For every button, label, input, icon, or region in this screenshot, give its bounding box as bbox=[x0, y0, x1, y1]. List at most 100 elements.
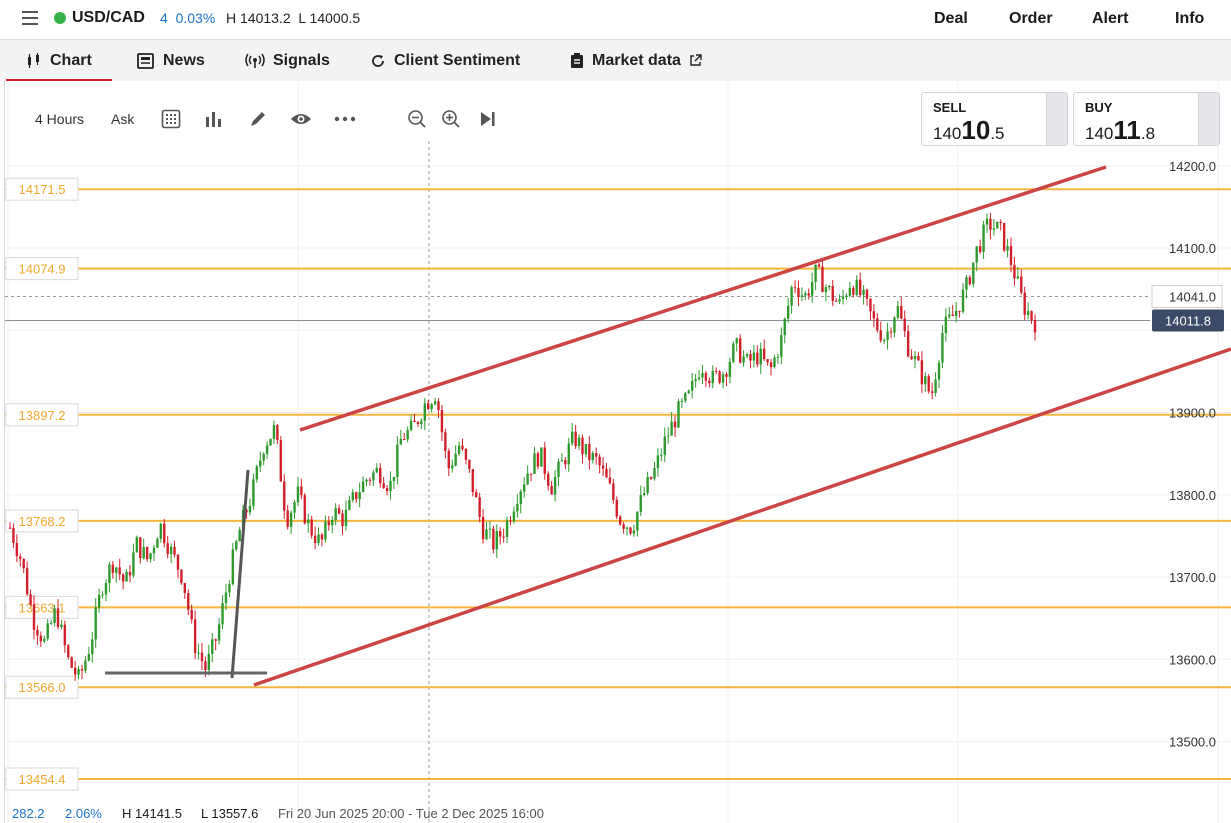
candle-body bbox=[36, 629, 39, 636]
candle-body bbox=[269, 438, 272, 446]
tab-label: Client Sentiment bbox=[394, 51, 521, 69]
candle-body bbox=[934, 379, 937, 394]
interval-select[interactable]: 4 Hours bbox=[35, 104, 84, 134]
y-axis-tick-label: 13600.0 bbox=[1169, 652, 1216, 667]
menu-icon[interactable] bbox=[22, 11, 38, 29]
candle-body bbox=[571, 431, 574, 444]
candle-body bbox=[893, 317, 896, 333]
candle-body bbox=[512, 511, 516, 522]
sell-button[interactable]: SELL 14010.5 bbox=[921, 92, 1068, 146]
candle-body bbox=[927, 376, 930, 392]
drawn-vertical-line[interactable] bbox=[230, 469, 250, 679]
info-button[interactable]: Info bbox=[1175, 10, 1204, 28]
candle-body bbox=[365, 479, 368, 482]
candle-body bbox=[639, 495, 642, 512]
candle-body bbox=[461, 445, 464, 449]
candle-body bbox=[670, 421, 673, 436]
candle-body bbox=[790, 287, 793, 306]
candle-body bbox=[289, 512, 293, 527]
candle-body bbox=[989, 218, 992, 230]
order-button[interactable]: Order bbox=[1009, 10, 1053, 28]
candle-body bbox=[910, 356, 913, 359]
y-axis-tick-label: 13900.0 bbox=[1169, 406, 1216, 421]
candle-body bbox=[1030, 311, 1033, 321]
candle-body bbox=[252, 479, 255, 506]
candle-body bbox=[344, 509, 348, 527]
tab-label: Signals bbox=[273, 51, 330, 69]
channel-upper-line[interactable] bbox=[299, 165, 1107, 432]
candle-body bbox=[917, 356, 920, 361]
buy-button[interactable]: BUY 14011.8 bbox=[1073, 92, 1220, 146]
zoom-out-icon[interactable] bbox=[407, 104, 427, 134]
candle-body bbox=[1033, 320, 1037, 333]
candle-body bbox=[547, 473, 550, 486]
price-type-select[interactable]: Ask bbox=[111, 104, 134, 134]
candle-body bbox=[440, 410, 444, 433]
skip-to-end-icon[interactable] bbox=[478, 104, 496, 134]
candle-body bbox=[235, 541, 238, 550]
candle-body bbox=[766, 359, 769, 363]
candle-body bbox=[930, 391, 934, 394]
price-change: 4 0.03% bbox=[160, 10, 215, 26]
instrument-symbol[interactable]: USD/CAD bbox=[72, 9, 145, 27]
zoom-in-icon[interactable] bbox=[441, 104, 461, 134]
candle-body bbox=[471, 469, 474, 493]
tab-news[interactable]: News bbox=[137, 40, 205, 81]
high-low: H 14013.2 L 14000.5 bbox=[226, 10, 360, 26]
candle-body bbox=[207, 653, 211, 671]
candle-body bbox=[152, 547, 156, 554]
range-low: L 13557.6 bbox=[201, 806, 259, 821]
refresh-icon bbox=[372, 54, 384, 67]
candle-body bbox=[567, 443, 570, 465]
candle-body bbox=[519, 491, 522, 505]
candle-body bbox=[742, 356, 745, 363]
candle-body bbox=[526, 473, 529, 485]
candle-body bbox=[906, 331, 910, 357]
candle-body bbox=[574, 431, 577, 446]
tab-bar: Chart News Signals Client Sentiment Mark… bbox=[0, 39, 1231, 82]
candle-body bbox=[581, 437, 584, 455]
clipboard-icon bbox=[571, 52, 583, 68]
candle-body bbox=[725, 374, 728, 377]
more-icon[interactable] bbox=[334, 104, 356, 134]
deal-button[interactable]: Deal bbox=[934, 10, 968, 28]
candle-body bbox=[896, 306, 900, 318]
candle-body bbox=[972, 262, 975, 285]
candle-body bbox=[831, 285, 834, 301]
candle-body bbox=[752, 352, 756, 361]
channel-lower-line[interactable] bbox=[253, 347, 1231, 687]
bar-chart-icon[interactable] bbox=[204, 104, 224, 134]
candle-body bbox=[718, 371, 721, 383]
price-chart[interactable]: 14171.514074.913897.213768.213663.113566… bbox=[0, 81, 1231, 823]
candle-body bbox=[173, 546, 176, 555]
candle-body bbox=[828, 285, 831, 288]
candle-body bbox=[858, 279, 862, 295]
candle-body bbox=[276, 425, 279, 441]
candle-body bbox=[200, 652, 204, 662]
candle-body bbox=[163, 523, 166, 544]
candle-body bbox=[80, 669, 84, 671]
candle-body bbox=[248, 505, 252, 513]
calculator-icon[interactable] bbox=[161, 104, 181, 134]
candle-body bbox=[427, 403, 430, 410]
tab-market-data[interactable]: Market data bbox=[570, 40, 702, 81]
tab-client-sentiment[interactable]: Client Sentiment bbox=[370, 40, 520, 81]
candle-body bbox=[283, 481, 286, 511]
pencil-icon[interactable] bbox=[248, 104, 268, 134]
tab-chart[interactable]: Chart bbox=[6, 40, 112, 82]
y-axis-tick-label: 14200.0 bbox=[1169, 159, 1216, 174]
alert-button[interactable]: Alert bbox=[1092, 10, 1128, 28]
tab-signals[interactable]: Signals bbox=[245, 40, 330, 81]
candle-body bbox=[629, 527, 632, 534]
candle-body bbox=[451, 465, 454, 469]
candle-body bbox=[217, 624, 221, 641]
candle-body bbox=[231, 549, 235, 585]
price-level-label: 14074.9 bbox=[19, 262, 66, 277]
candle-body bbox=[169, 546, 173, 554]
candle-body bbox=[379, 467, 382, 484]
candle-body bbox=[145, 547, 149, 560]
eye-icon[interactable] bbox=[290, 104, 312, 134]
candle-body bbox=[708, 380, 711, 384]
candle-body bbox=[968, 277, 972, 285]
candle-body bbox=[615, 499, 618, 517]
